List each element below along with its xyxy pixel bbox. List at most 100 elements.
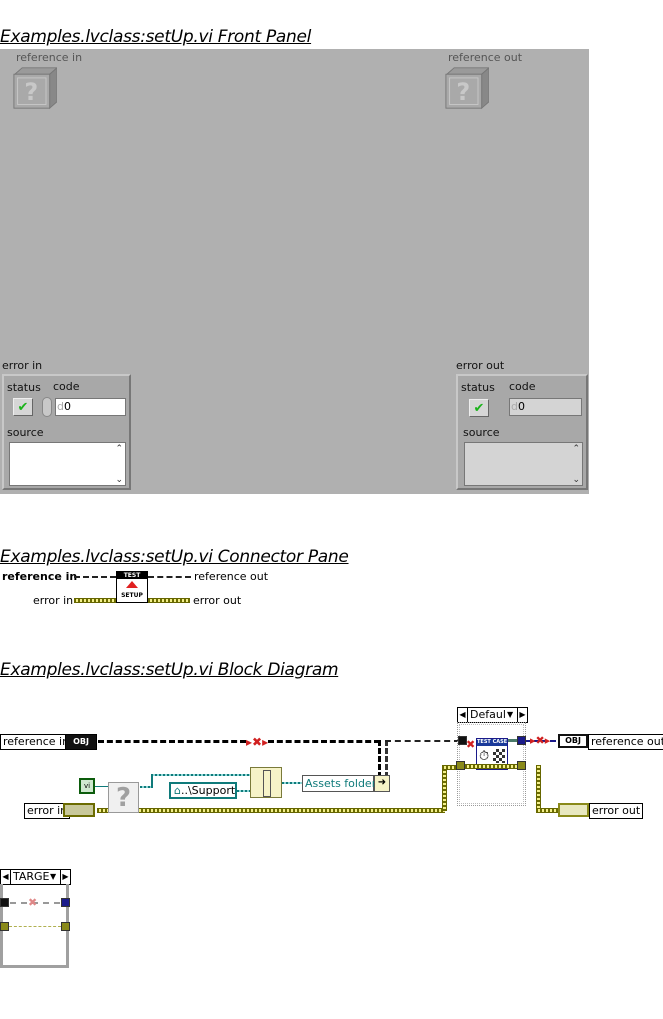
- obj-terminal[interactable]: OBJ: [65, 734, 97, 750]
- reference-wire: [508, 739, 517, 742]
- error-out-cluster: status code ✔ d0 source ⌃ ⌄: [456, 374, 588, 490]
- stopwatch-icon: ⏱: [479, 749, 490, 764]
- case-selector[interactable]: ◀ Defaul ▼ ▶: [457, 707, 528, 723]
- cp-reference-in-wire: [74, 576, 116, 578]
- radix-indicator: d: [57, 400, 64, 413]
- path-icon: ⌂: [174, 784, 181, 797]
- reference-wire: [98, 740, 246, 743]
- source-label: source: [7, 426, 44, 439]
- scroll-down-icon[interactable]: ⌄: [115, 475, 123, 485]
- front-panel: reference in ? reference out ? error in …: [0, 49, 589, 494]
- vi-wire: [95, 786, 109, 787]
- error-wire: [465, 764, 517, 769]
- code-indicator: d0: [509, 398, 582, 416]
- svg-text:?: ?: [24, 78, 38, 106]
- error-x-icon: ✖: [466, 738, 476, 751]
- status-label: status: [461, 381, 495, 394]
- scroll-up-icon[interactable]: ⌃: [572, 444, 580, 454]
- error-out-terminal[interactable]: [558, 803, 589, 817]
- error-wire-vertical: [442, 766, 447, 811]
- error-in-terminal[interactable]: [63, 803, 95, 817]
- block-diagram-title: Examples.lvclass:setUp.vi Block Diagram: [0, 660, 339, 680]
- status-indicator: ✔: [469, 399, 489, 417]
- cp-reference-in: reference in: [2, 570, 78, 583]
- code-label: code: [509, 380, 536, 393]
- subvi-banner: TEST CASE: [477, 739, 507, 746]
- reference-wire: [268, 740, 380, 743]
- case-selector-2[interactable]: ◀ TARGE ▼ ▶: [0, 869, 71, 885]
- case-next-icon[interactable]: ▶: [517, 708, 527, 722]
- case-selector-value: Defaul: [470, 708, 506, 721]
- build-path-node[interactable]: [250, 767, 282, 798]
- scroll-down-icon[interactable]: ⌄: [572, 475, 580, 485]
- error-x-icon: ▸✖▸: [530, 734, 551, 747]
- build-path-glyph: [263, 770, 271, 797]
- unknown-node[interactable]: ?: [108, 782, 139, 813]
- obj-indicator[interactable]: OBJ: [558, 734, 588, 748]
- vi-constant[interactable]: vi: [79, 778, 95, 794]
- increment-decrement-icon[interactable]: [42, 397, 52, 417]
- reference-wire: [385, 740, 460, 742]
- error-x-icon: ▸✖▸: [246, 735, 269, 749]
- error-wire-vertical: [536, 765, 541, 810]
- reference-output-tunnel: [517, 736, 526, 745]
- cp-error-in-wire: [74, 598, 116, 603]
- scroll-up-icon[interactable]: ⌃: [115, 444, 123, 454]
- property-node-arrow-icon: ➜: [374, 775, 390, 792]
- triangle-icon: [126, 581, 138, 588]
- connector-pane-title: Examples.lvclass:setUp.vi Connector Pane: [0, 547, 349, 567]
- support-path-constant[interactable]: ⌂..\Support: [169, 782, 237, 799]
- error-input-tunnel: [0, 922, 9, 931]
- question-cube-icon[interactable]: ?: [13, 66, 57, 110]
- reference-out-label: reference out: [448, 51, 523, 64]
- radix-indicator: d: [511, 400, 518, 413]
- reference-wire-vertical: [378, 740, 381, 778]
- source-label: source: [463, 426, 500, 439]
- case-selector-value: TARGE: [13, 870, 50, 883]
- assets-folder-property[interactable]: Assets folder: [302, 775, 376, 792]
- cp-error-in: error in: [33, 594, 74, 607]
- code-value: 0: [517, 400, 525, 413]
- code-value: 0: [63, 400, 71, 413]
- case-prev-icon[interactable]: ◀: [458, 708, 468, 722]
- status-label: status: [7, 381, 41, 394]
- vi-icon[interactable]: TEST SETUP: [116, 571, 148, 603]
- reference-out-terminal-label: reference out: [588, 734, 663, 750]
- error-wire: [536, 808, 558, 813]
- code-input[interactable]: d0: [55, 398, 126, 416]
- status-checkbox[interactable]: ✔: [13, 398, 33, 416]
- error-x-icon: ✖: [28, 896, 38, 909]
- error-wire: [97, 808, 445, 813]
- error-in-label: error in: [2, 359, 43, 372]
- case-prev-icon[interactable]: ◀: [1, 870, 11, 884]
- reference-output-tunnel: [61, 898, 70, 907]
- case-next-icon[interactable]: ▶: [60, 870, 70, 884]
- error-out-label: error out: [456, 359, 505, 372]
- front-panel-title: Examples.lvclass:setUp.vi Front Panel: [0, 27, 312, 47]
- cp-reference-out-wire: [148, 576, 191, 578]
- reference-input-tunnel: [0, 898, 9, 907]
- path-wire-vertical: [151, 774, 153, 788]
- icon-caption: SETUP: [121, 592, 143, 599]
- svg-text:?: ?: [456, 78, 470, 106]
- cp-reference-out: reference out: [194, 570, 269, 583]
- chevron-down-icon[interactable]: ▼: [50, 870, 60, 884]
- reference-in-label: reference in: [16, 51, 83, 64]
- cp-error-out-wire: [148, 598, 190, 603]
- code-label: code: [53, 380, 80, 393]
- path-wire: [237, 790, 250, 792]
- support-path-value: ..\Support: [180, 784, 236, 797]
- source-indicator: ⌃ ⌄: [464, 442, 583, 486]
- checkered-flag-icon: [493, 749, 505, 763]
- error-in-cluster: status code ✔ d0 source ⌃ ⌄: [2, 374, 131, 490]
- reference-in-terminal-label: reference in: [0, 734, 73, 750]
- question-cube-icon: ?: [445, 67, 489, 110]
- path-wire: [282, 782, 302, 784]
- cp-error-out: error out: [193, 594, 242, 607]
- icon-banner: TEST: [117, 572, 147, 579]
- chevron-down-icon[interactable]: ▼: [507, 708, 517, 722]
- error-out-terminal-label: error out: [589, 803, 644, 819]
- error-output-tunnel: [61, 922, 70, 931]
- source-input[interactable]: ⌃ ⌄: [9, 442, 126, 486]
- error-output-tunnel: [517, 761, 526, 770]
